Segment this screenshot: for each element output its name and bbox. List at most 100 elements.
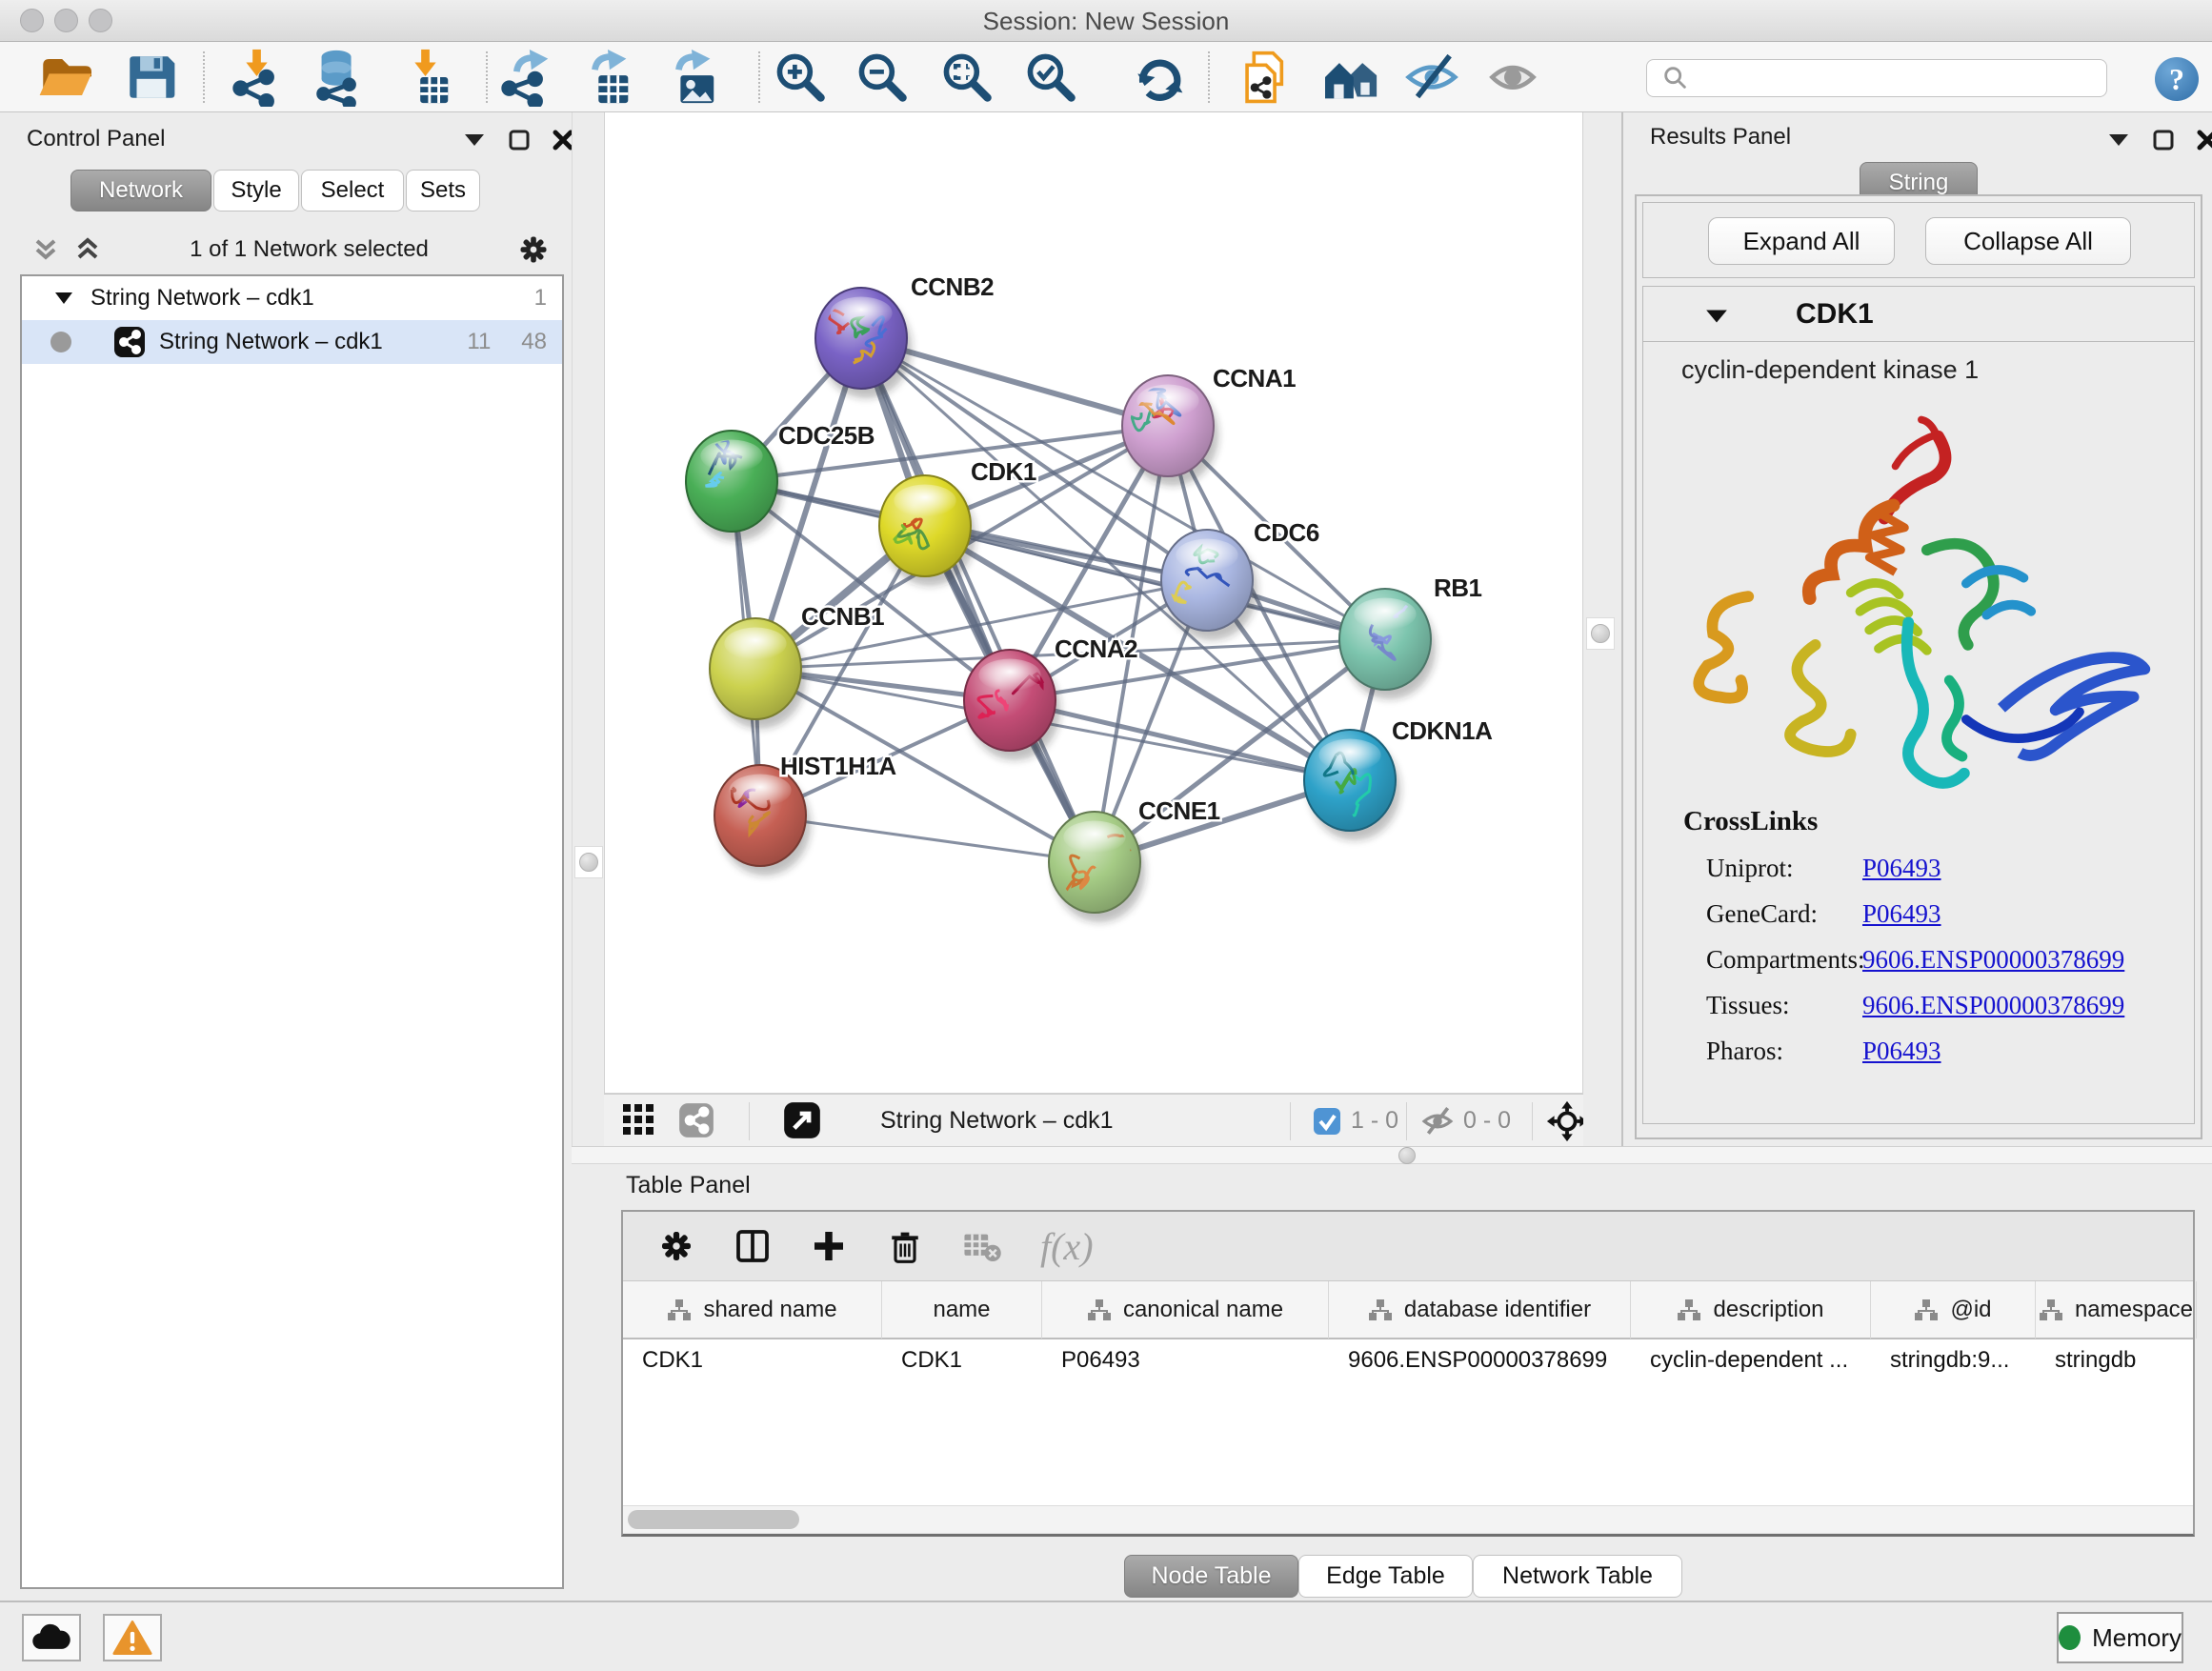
collapse-all-icon[interactable] [31, 235, 60, 264]
network-node-cdk1[interactable]: CDK1 [879, 457, 1036, 586]
table-cell[interactable]: cyclin-dependent ... [1631, 1347, 1871, 1374]
network-overview-icon[interactable] [678, 1102, 714, 1138]
collection-label: String Network – cdk1 [90, 285, 314, 312]
right-splitter-handle[interactable] [1586, 617, 1615, 650]
node-label-ccnb2: CCNB2 [911, 272, 994, 301]
column-header-description[interactable]: description [1631, 1281, 1871, 1339]
crosslink-link[interactable]: P06493 [1862, 899, 1941, 929]
network-node-cdc25b[interactable]: CDC25B [686, 421, 875, 541]
import-table-button[interactable] [392, 47, 460, 108]
open-session-button[interactable] [30, 47, 98, 108]
warning-icon [112, 1620, 152, 1656]
tab-edge-table[interactable]: Edge Table [1298, 1555, 1473, 1598]
expand-collapse-box: Expand All Collapse All [1642, 202, 2195, 278]
refresh-icon [1131, 50, 1186, 105]
column-header-database-identifier[interactable]: database identifier [1329, 1281, 1631, 1339]
crosslink-link[interactable]: 9606.ENSP00000378699 [1862, 991, 2124, 1020]
float-panel-icon[interactable] [509, 130, 530, 151]
float-panel-icon[interactable] [2153, 130, 2174, 151]
network-node-cdkn1a[interactable]: CDKN1A [1304, 716, 1493, 840]
birds-eye-grid-icon[interactable] [623, 1104, 655, 1137]
column-header-shared-name[interactable]: shared name [623, 1281, 882, 1339]
first-neighbors-button[interactable] [1317, 47, 1386, 108]
refresh-button[interactable] [1124, 47, 1193, 108]
collapse-section-icon[interactable] [1704, 308, 1729, 325]
left-splitter-handle[interactable] [574, 846, 603, 878]
tab-select[interactable]: Select [301, 170, 404, 211]
zoom-out-button[interactable] [848, 47, 916, 108]
horizontal-splitter[interactable] [572, 1146, 2212, 1164]
app-window: Session: New Session [0, 0, 2212, 1671]
warnings-button[interactable] [103, 1614, 162, 1661]
zoom-selected-button[interactable] [1016, 47, 1085, 108]
zoom-in-button[interactable] [766, 47, 835, 108]
tab-node-table[interactable]: Node Table [1124, 1555, 1298, 1598]
column-header-canonical-name[interactable]: canonical name [1042, 1281, 1329, 1339]
network-node-ccnb1[interactable]: CCNB1 [710, 602, 884, 729]
tab-network-table[interactable]: Network Table [1473, 1555, 1682, 1598]
crosslink-link[interactable]: P06493 [1862, 1037, 1941, 1066]
network-canvas[interactable]: CCNB2CCNA1CDC25BCDK1CDC6RB1CCNB1CCNA2CDK… [604, 112, 1583, 1094]
show-columns-icon[interactable] [734, 1227, 772, 1265]
zoom-fit-button[interactable] [933, 47, 1001, 108]
network-node-hist1h1a[interactable]: HIST1H1A [714, 752, 896, 876]
network-node-cdc6[interactable]: CDC6 [1161, 518, 1319, 640]
control-panel: Control Panel NetworkStyleSelectSets 1 o… [0, 112, 572, 1601]
hide-selected-button[interactable] [1398, 47, 1466, 108]
close-panel-icon[interactable] [553, 130, 573, 151]
gene-section-header[interactable]: CDK1 [1643, 287, 2194, 342]
network-node-rb1[interactable]: RB1 [1339, 574, 1482, 699]
table-cell[interactable]: stringdb:9... [1871, 1347, 2036, 1374]
save-session-button[interactable] [116, 47, 185, 108]
memory-button[interactable]: Memory [2057, 1612, 2183, 1663]
hscrollbar-thumb[interactable] [628, 1510, 799, 1529]
table-cell[interactable]: CDK1 [623, 1347, 882, 1374]
table-cell[interactable]: CDK1 [882, 1347, 1042, 1374]
node-count: 11 [467, 329, 491, 355]
export-network-button[interactable] [492, 47, 560, 108]
horizontal-splitter-handle[interactable] [1398, 1147, 1416, 1164]
clone-network-button[interactable] [1232, 47, 1300, 108]
table-cell[interactable]: P06493 [1042, 1347, 1329, 1374]
table-hscrollbar[interactable] [623, 1505, 2193, 1533]
table-cell[interactable]: stringdb [2036, 1347, 2197, 1374]
crosslink-link[interactable]: P06493 [1862, 854, 1941, 883]
expand-all-button[interactable]: Expand All [1708, 217, 1895, 265]
panel-menu-icon[interactable] [463, 132, 486, 148]
help-button[interactable]: ? [2155, 57, 2199, 101]
add-column-icon[interactable] [810, 1227, 848, 1265]
import-database-button[interactable] [304, 47, 372, 108]
export-image-icon [662, 48, 721, 107]
right-splitter[interactable] [1583, 112, 1621, 1146]
table-options-gear-icon[interactable] [657, 1227, 695, 1265]
tab-sets[interactable]: Sets [406, 170, 480, 211]
goto-network-icon[interactable] [783, 1101, 821, 1139]
function-builder-icon: f(x) [1040, 1224, 1094, 1269]
tab-network[interactable]: Network [70, 170, 211, 211]
column-header-name[interactable]: name [882, 1281, 1042, 1339]
import-network-button[interactable] [223, 47, 292, 108]
cloud-status-button[interactable] [22, 1614, 81, 1661]
close-panel-icon[interactable] [2197, 130, 2212, 151]
tab-style[interactable]: Style [213, 170, 299, 211]
column-header--id[interactable]: @id [1871, 1281, 2036, 1339]
column-header-namespace[interactable]: namespace [2036, 1281, 2197, 1339]
collapse-all-button[interactable]: Collapse All [1925, 217, 2131, 265]
expand-all-icon[interactable] [73, 235, 102, 264]
crosslink-link[interactable]: 9606.ENSP00000378699 [1862, 945, 2124, 975]
network-options-gear-icon[interactable] [516, 232, 551, 267]
column-header-label: database identifier [1404, 1297, 1591, 1323]
delete-column-trash-icon[interactable] [886, 1227, 924, 1265]
export-image-button[interactable] [657, 47, 726, 108]
network-collection-row[interactable]: String Network – cdk1 1 [22, 276, 562, 320]
panel-menu-icon[interactable] [2107, 132, 2130, 148]
show-all-button[interactable] [1478, 47, 1547, 108]
tree-expand-icon[interactable] [54, 292, 73, 305]
search-input[interactable] [1695, 66, 2106, 91]
footer-separator [1406, 1102, 1407, 1140]
table-cell[interactable]: 9606.ENSP00000378699 [1329, 1347, 1631, 1374]
left-splitter[interactable] [572, 112, 604, 1146]
selected-checkbox-icon[interactable] [1313, 1107, 1341, 1136]
network-row-selected[interactable]: String Network – cdk1 11 48 [22, 320, 562, 364]
export-table-button[interactable] [573, 47, 642, 108]
